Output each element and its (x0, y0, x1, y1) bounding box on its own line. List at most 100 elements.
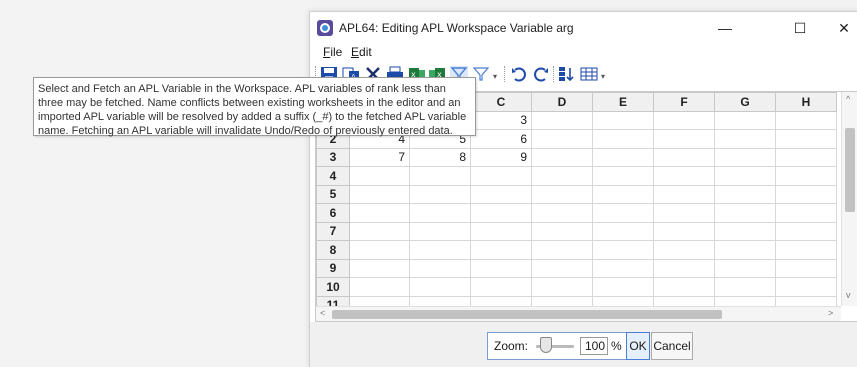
grid-cell[interactable] (714, 110, 776, 130)
scroll-left-icon[interactable]: < (320, 308, 325, 318)
grid-cell[interactable] (775, 277, 837, 297)
scroll-down-icon[interactable]: v (846, 290, 851, 300)
grid-cell[interactable]: 9 (470, 147, 532, 167)
grid-cell[interactable] (531, 258, 593, 278)
grid-cell[interactable] (592, 110, 654, 130)
grid-cell[interactable] (714, 184, 776, 204)
horizontal-scroll-thumb[interactable] (332, 310, 722, 319)
row-header[interactable]: 10 (316, 277, 350, 297)
grid-cell[interactable] (653, 110, 715, 130)
row-header[interactable]: 6 (316, 203, 350, 223)
horizontal-scrollbar[interactable]: < > (316, 306, 841, 321)
column-header-c[interactable]: C (470, 92, 532, 112)
toolbar-overflow-icon-2[interactable]: ▾ (601, 72, 605, 81)
grid-cell[interactable] (714, 203, 776, 223)
menu-edit[interactable]: Edit (351, 45, 372, 59)
minimize-button[interactable]: — (713, 18, 737, 38)
grid-cell[interactable] (775, 147, 837, 167)
grid-cell[interactable] (470, 277, 532, 297)
grid-cell[interactable] (714, 221, 776, 241)
column-header-g[interactable]: G (714, 92, 776, 112)
grid-cell[interactable] (349, 184, 410, 204)
grid-cell[interactable] (409, 240, 471, 260)
column-header-h[interactable]: H (775, 92, 837, 112)
row-header[interactable]: 8 (316, 240, 350, 260)
column-header-d[interactable]: D (531, 92, 593, 112)
maximize-button[interactable]: ☐ (788, 18, 812, 38)
redo-icon[interactable] (532, 66, 550, 82)
grid-cell[interactable] (592, 184, 654, 204)
grid-cell[interactable] (653, 129, 715, 149)
grid-cell[interactable] (531, 203, 593, 223)
row-header[interactable]: 4 (316, 166, 350, 186)
grid-cell[interactable] (349, 203, 410, 223)
grid-cell[interactable] (653, 166, 715, 186)
row-header[interactable]: 7 (316, 221, 350, 241)
grid-cell[interactable] (714, 166, 776, 186)
grid-cell[interactable] (714, 277, 776, 297)
grid-cell[interactable] (531, 277, 593, 297)
grid-cell[interactable] (349, 258, 410, 278)
grid-cell[interactable] (409, 203, 471, 223)
grid-cell[interactable]: 8 (409, 147, 471, 167)
grid-cell[interactable] (592, 147, 654, 167)
grid-cell[interactable] (775, 221, 837, 241)
grid-cell[interactable] (531, 184, 593, 204)
grid-cell[interactable] (653, 147, 715, 167)
grid-cell[interactable] (714, 240, 776, 260)
grid-cell[interactable] (531, 221, 593, 241)
grid-cell[interactable] (409, 184, 471, 204)
grid-cell[interactable] (714, 258, 776, 278)
grid-cell[interactable] (470, 166, 532, 186)
grid-cell[interactable] (775, 110, 837, 130)
grid-cell[interactable]: 7 (349, 147, 410, 167)
grid-cell[interactable] (775, 166, 837, 186)
grid-cell[interactable] (592, 166, 654, 186)
row-header[interactable]: 9 (316, 258, 350, 278)
table-icon[interactable] (580, 66, 598, 82)
grid-cell[interactable] (653, 184, 715, 204)
zoom-value-field[interactable]: 100 (580, 337, 608, 355)
grid-cell[interactable] (531, 147, 593, 167)
sort-icon[interactable] (558, 66, 576, 82)
grid-cell[interactable] (470, 203, 532, 223)
grid-cell[interactable] (592, 129, 654, 149)
vertical-scroll-thumb[interactable] (845, 128, 855, 212)
grid-cell[interactable] (470, 240, 532, 260)
grid-cell[interactable] (531, 129, 593, 149)
grid-cell[interactable] (470, 258, 532, 278)
grid-cell[interactable] (531, 110, 593, 130)
column-header-e[interactable]: E (592, 92, 654, 112)
scroll-right-icon[interactable]: > (828, 308, 833, 318)
menu-file[interactable]: File (323, 45, 342, 59)
grid-cell[interactable] (653, 240, 715, 260)
grid-cell[interactable] (531, 240, 593, 260)
toolbar-overflow-icon[interactable]: ▾ (493, 72, 497, 81)
grid-cell[interactable] (592, 240, 654, 260)
vertical-scrollbar[interactable]: ^ v (841, 92, 857, 306)
grid-cell[interactable] (714, 129, 776, 149)
grid-cell[interactable] (470, 184, 532, 204)
title-bar[interactable]: APL64: Editing APL Workspace Variable ar… (310, 12, 857, 44)
ok-button[interactable]: OK (626, 332, 650, 360)
grid-cell[interactable] (409, 221, 471, 241)
grid-cell[interactable] (349, 277, 410, 297)
grid-cell[interactable] (592, 258, 654, 278)
grid-cell[interactable] (409, 277, 471, 297)
grid-cell[interactable] (349, 221, 410, 241)
row-header[interactable]: 3 (316, 147, 350, 167)
grid-cell[interactable] (470, 221, 532, 241)
close-button[interactable]: ✕ (832, 18, 856, 38)
grid-cell[interactable] (409, 258, 471, 278)
grid-cell[interactable] (653, 277, 715, 297)
grid-cell[interactable] (409, 166, 471, 186)
grid-cell[interactable]: 3 (470, 110, 532, 130)
cancel-button[interactable]: Cancel (651, 332, 693, 360)
grid-cell[interactable] (775, 258, 837, 278)
grid-cell[interactable] (775, 240, 837, 260)
grid-cell[interactable] (653, 258, 715, 278)
grid-cell[interactable] (349, 166, 410, 186)
grid-cell[interactable]: 6 (470, 129, 532, 149)
grid-cell[interactable] (775, 203, 837, 223)
grid-cell[interactable] (592, 277, 654, 297)
